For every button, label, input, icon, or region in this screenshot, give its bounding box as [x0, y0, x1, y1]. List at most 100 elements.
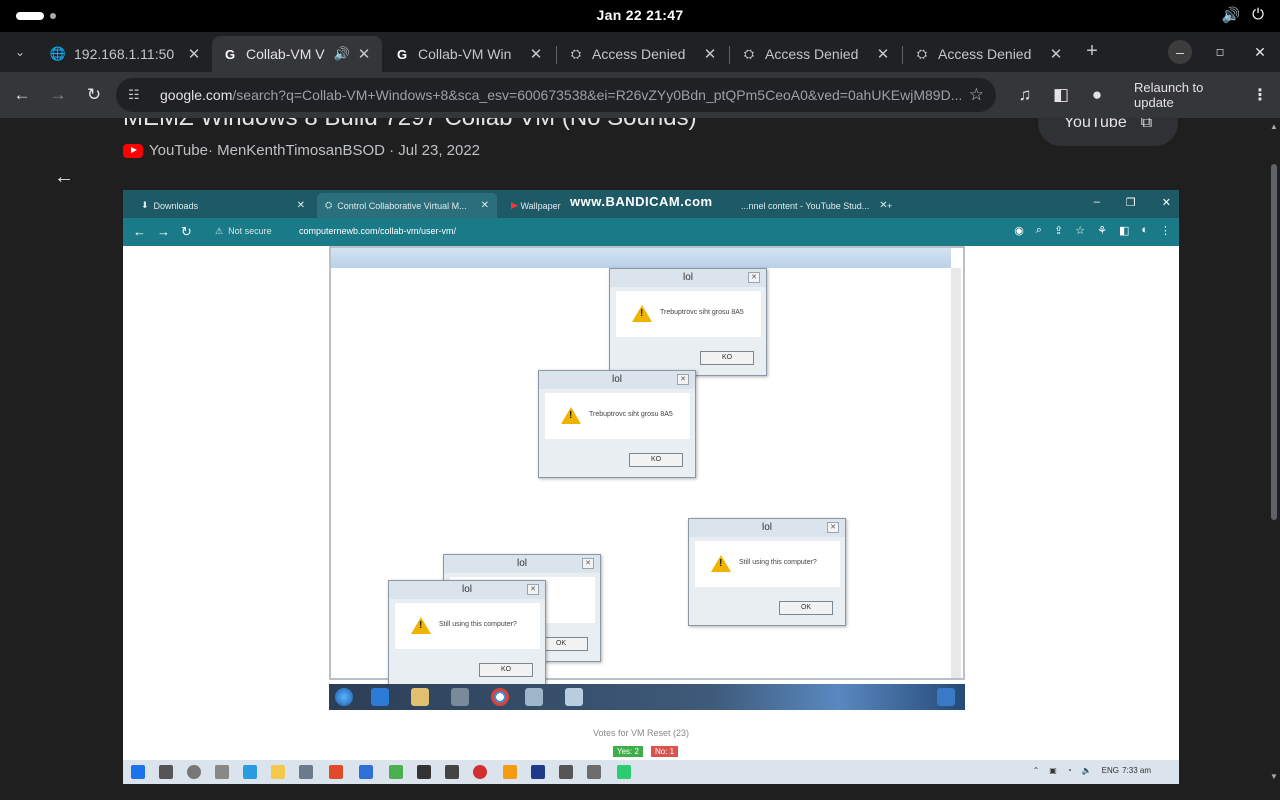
maximize-button[interactable]: ◻ — [1200, 32, 1240, 72]
tab-separator — [902, 46, 903, 64]
video-address-bar: ← → ↻ ⚠ Not secure computernewb.com/coll… — [123, 218, 1179, 246]
video-tab-label: ...nnel content - YouTube Stud... — [741, 200, 870, 211]
host-taskbar: ⌃ ▣ ◔ 🔈 ENG 7:33 am — [123, 760, 1179, 784]
video-window-controls: – ❐ ✕ — [1093, 196, 1171, 209]
volume-icon[interactable]: 🔊 — [1221, 6, 1240, 24]
forward-button[interactable]: → — [43, 80, 73, 110]
search-results-page: MEMZ Windows 8 Build 7297 Collab VM (No … — [0, 118, 1268, 785]
url-text[interactable]: google.com/search?q=Collab-VM+Windows+8&… — [160, 87, 961, 103]
tab-title: Collab-VM Win — [418, 46, 512, 62]
reload-button[interactable]: ↻ — [79, 80, 109, 110]
tab-search-button[interactable]: ⌄ — [8, 40, 32, 64]
host-taskview-icon — [215, 765, 229, 779]
google-icon: G — [224, 46, 236, 62]
scroll-up-icon[interactable]: ▲ — [1270, 122, 1278, 131]
votes-label: Votes for VM Reset (23) — [593, 728, 690, 738]
dialog-close-icon: ✕ — [527, 584, 539, 595]
tab-192-168[interactable]: 🌐 192.168.1.11:50 ✕ — [40, 36, 212, 72]
warning-icon — [632, 305, 652, 322]
tab-title: 192.168.1.11:50 — [74, 46, 175, 62]
video-tab: ▶ Wallpaper — [511, 200, 561, 211]
close-icon[interactable]: ✕ — [528, 45, 544, 63]
scroll-down-icon[interactable]: ▼ — [1270, 772, 1278, 781]
bookmark-star-icon[interactable]: ☆ — [969, 85, 984, 105]
video-player[interactable]: ⬇ Downloads ✕ ⛭ Control Collaborative Vir… — [123, 190, 1179, 784]
lol-dialog: lol ✕ Trebuptrovc siht grosu 8A5 KO — [609, 268, 767, 376]
close-icon[interactable]: ✕ — [702, 45, 718, 63]
tab-access-denied-3[interactable]: ⛭ Access Denied ✕ — [904, 36, 1074, 72]
host-tray: ⌃ ▣ ◔ 🔈 ENG — [1032, 766, 1119, 775]
close-icon[interactable]: ✕ — [875, 45, 891, 63]
vote-no-badge: No: 1 — [651, 746, 679, 757]
close-icon[interactable]: ✕ — [356, 45, 372, 63]
browser-toolbar: ← → ↻ ☷ google.com/search?q=Collab-VM+Wi… — [0, 72, 1280, 118]
lol-dialog: lol ✕ Still using this computer? OK — [688, 518, 846, 626]
open-in-youtube-button[interactable]: YouTube ⧉ — [1038, 118, 1178, 146]
menu-kebab-icon[interactable]: ⋮ — [1252, 85, 1268, 105]
host-app-icon — [503, 765, 517, 779]
system-clock[interactable]: Jan 22 21:47 — [0, 7, 1280, 23]
minimize-button[interactable]: – — [1160, 32, 1200, 72]
power-icon[interactable]: ⏻ — [1252, 6, 1264, 24]
system-status-area[interactable]: 🔊 ⏻ — [1221, 6, 1264, 24]
tab-collab-vm-active[interactable]: G Collab-VM V 🔊 ✕ — [212, 36, 382, 72]
video-toolbar-icons: ◉ ⌕ ⇪ ☆ ⚘ ◧ ◐ ⋮ — [1014, 224, 1171, 237]
tab-access-denied-1[interactable]: ⛭ Access Denied ✕ — [558, 36, 728, 72]
video-back-icon: ← — [133, 224, 146, 239]
window-controls: – ◻ ✕ — [1160, 32, 1280, 72]
speaker-icon[interactable]: 🔊 — [334, 46, 350, 62]
host-app-icon — [299, 765, 313, 779]
host-explorer-icon — [271, 765, 285, 779]
dialog-close-icon: ✕ — [748, 272, 760, 283]
dialog-body: Still using this computer? — [395, 603, 540, 649]
scrollbar-thumb[interactable] — [1271, 164, 1277, 520]
tab-separator — [729, 46, 730, 64]
vm-chrome-icon — [491, 688, 509, 706]
relaunch-to-update-button[interactable]: Relaunch to update ⋮ — [1122, 80, 1280, 110]
dialog-close-icon: ✕ — [827, 522, 839, 533]
video-tab-label: Control Collaborative Virtual M... — [337, 200, 467, 211]
video-title[interactable]: MEMZ Windows 8 Build 7297 Collab VM (No … — [123, 118, 697, 132]
dialog-title: lol — [761, 522, 772, 533]
google-icon: G — [396, 46, 408, 62]
page-scrollbar[interactable]: ▲ ▼ — [1268, 118, 1280, 785]
vm-scrollbar — [951, 268, 961, 678]
video-not-secure: ⚠ Not secure — [215, 226, 272, 236]
minimize-icon: – — [1168, 40, 1192, 64]
site-info-icon[interactable]: ☷ — [128, 87, 144, 103]
dialog-body: Trebuptrovc siht grosu 8A5 — [545, 393, 690, 439]
warning-icon — [411, 617, 431, 634]
host-edge-icon — [243, 765, 257, 779]
video-reload-icon: ↻ — [181, 224, 192, 239]
close-icon: ✕ — [1254, 43, 1266, 60]
dialog-caption: lol ✕ — [389, 581, 545, 599]
youtube-logo-icon — [123, 143, 143, 158]
dialog-message: Trebuptrovc siht grosu 8A5 — [660, 309, 744, 316]
tab-access-denied-2[interactable]: ⛭ Access Denied ✕ — [731, 36, 901, 72]
tab-strip: ⌄ 🌐 192.168.1.11:50 ✕ G Collab-VM V 🔊 ✕ … — [0, 32, 1280, 72]
host-app-icon — [389, 765, 403, 779]
close-window-button[interactable]: ✕ — [1240, 32, 1280, 72]
host-app-icon — [473, 765, 487, 779]
vm-explorer-icon — [411, 688, 429, 706]
new-tab-button[interactable]: + — [1080, 40, 1104, 64]
address-bar[interactable]: ☷ google.com/search?q=Collab-VM+Windows+… — [116, 78, 996, 112]
video-new-tab-icon: + — [887, 200, 893, 211]
dialog-ok-button: KO — [629, 453, 683, 467]
back-button[interactable]: ← — [7, 80, 37, 110]
tab-separator — [556, 46, 557, 64]
close-icon[interactable]: ✕ — [1048, 45, 1064, 63]
dialog-message: Trebuptrovc siht grosu 8A5 — [589, 411, 673, 418]
external-link-icon: ⧉ — [1140, 118, 1153, 131]
close-icon[interactable]: ✕ — [186, 45, 202, 63]
tab-collab-vm-win[interactable]: G Collab-VM Win ✕ — [384, 36, 554, 72]
profile-icon[interactable]: ● — [1082, 80, 1112, 110]
back-arrow-icon[interactable]: ← — [52, 166, 76, 190]
host-time: 7:33 am — [1122, 766, 1151, 775]
warning-icon — [561, 407, 581, 424]
media-control-icon[interactable]: ♫ — [1010, 80, 1040, 110]
host-app-icon — [531, 765, 545, 779]
host-app-icon — [417, 765, 431, 779]
side-panel-icon[interactable]: ◧ — [1046, 80, 1076, 110]
host-app-icon — [559, 765, 573, 779]
